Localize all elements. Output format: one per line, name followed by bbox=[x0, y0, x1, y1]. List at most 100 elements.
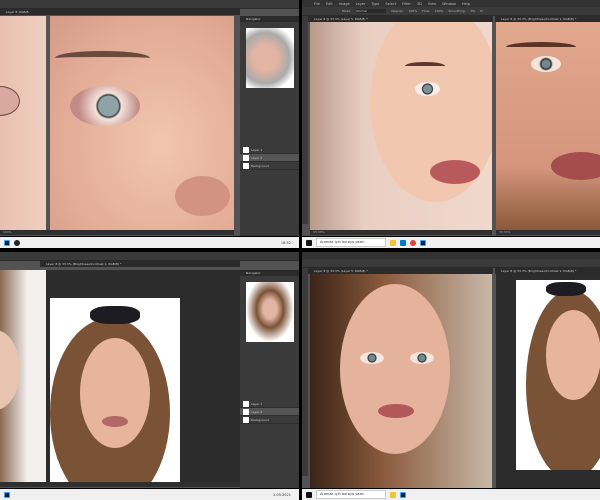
menu-file[interactable]: File bbox=[314, 2, 320, 6]
photoshop-window-bottom-left: Layer 8 @ 33.3% (Brightness/Contrast 1, … bbox=[0, 252, 299, 488]
angle-input[interactable]: 0° bbox=[480, 9, 483, 13]
layers-panel: Layer 1 Layer 2 Background bbox=[240, 146, 299, 170]
taskbar-top-left: 18:52 bbox=[0, 237, 299, 248]
right-panels: Navigator Layer 1 Layer 2 Background bbox=[240, 270, 299, 488]
date: 2.05.2021 bbox=[273, 492, 291, 497]
face bbox=[80, 338, 150, 448]
menu-window[interactable]: Window bbox=[442, 2, 456, 6]
hair-bow bbox=[90, 306, 140, 324]
menu-filter[interactable]: Filter bbox=[402, 2, 411, 6]
toolbar[interactable] bbox=[302, 16, 308, 224]
eye bbox=[415, 82, 440, 96]
smoothing-input[interactable]: 0% bbox=[471, 9, 476, 13]
file-explorer-icon[interactable] bbox=[390, 239, 396, 246]
opacity-label: Opacity: bbox=[391, 9, 404, 13]
status-bar: 100% bbox=[0, 230, 234, 235]
eye bbox=[531, 56, 561, 72]
document-tab[interactable]: Layer 8, RGB/8 bbox=[0, 9, 240, 15]
layer-row[interactable]: Layer 2 bbox=[240, 154, 299, 162]
eye-sketch bbox=[0, 86, 20, 116]
app-icon[interactable] bbox=[14, 239, 20, 246]
eyebrow bbox=[55, 51, 150, 65]
canvas-painting[interactable] bbox=[310, 274, 492, 488]
document-tab[interactable]: Layer 8 @ 33.3% (Brightness/Contrast 1, … bbox=[40, 261, 240, 267]
taskbar-bottom-left: 2.05.2021 bbox=[0, 489, 299, 500]
right-panels: Navigator Layer 1 Layer 2 Background bbox=[240, 16, 299, 236]
flow-label: Flow: bbox=[422, 9, 430, 13]
menu-type[interactable]: Type bbox=[371, 2, 379, 6]
menu-select[interactable]: Select bbox=[385, 2, 396, 6]
eyebrow bbox=[506, 42, 576, 52]
photoshop-window-top-left: Layer 8, RGB/8 100% Navigator Layer 1 La… bbox=[0, 0, 299, 236]
navigator-thumbnail[interactable] bbox=[246, 282, 294, 342]
eye bbox=[410, 352, 434, 364]
layer-row[interactable]: Background bbox=[240, 162, 299, 170]
edge-icon[interactable] bbox=[400, 239, 406, 246]
navigator-tab[interactable]: Navigator bbox=[240, 16, 299, 22]
menu-layer[interactable]: Layer bbox=[356, 2, 366, 6]
eyebrow bbox=[405, 62, 445, 70]
menu-bar bbox=[302, 252, 600, 259]
photoshop-icon[interactable] bbox=[4, 239, 10, 246]
canvas-reference[interactable] bbox=[516, 280, 600, 470]
file-explorer-icon[interactable] bbox=[390, 491, 396, 498]
face bbox=[546, 310, 600, 400]
photoshop-window-bottom-right: Layer 8 @ 33.3% (Layer 5, RGB/8) * Layer… bbox=[302, 252, 600, 488]
clock[interactable]: 18:52 bbox=[281, 241, 291, 245]
face-sketch bbox=[0, 330, 20, 410]
taskbar-bottom-right: Aramak için buraya yazın bbox=[302, 489, 600, 500]
options-bar bbox=[302, 259, 600, 268]
menu-3d[interactable]: 3D bbox=[417, 2, 422, 6]
windows-start-icon[interactable] bbox=[306, 491, 312, 498]
lips bbox=[551, 152, 600, 180]
chrome-icon[interactable] bbox=[410, 239, 416, 246]
menu-bar: File Edit Image Layer Type Select Filter 3D View… bbox=[302, 0, 600, 7]
canvas-painting[interactable] bbox=[310, 22, 492, 230]
options-bar bbox=[0, 0, 299, 9]
layers-panel: Layer 1 Layer 2 Background bbox=[240, 400, 299, 424]
options-bar: Mode: Normal Opacity: 100% Flow: 100% Smoot… bbox=[302, 7, 600, 16]
layer-row[interactable]: Layer 2 bbox=[240, 408, 299, 416]
eye bbox=[70, 86, 140, 126]
canvas-reference[interactable] bbox=[496, 22, 600, 230]
menu-edit[interactable]: Edit bbox=[326, 2, 333, 6]
layer-name: Layer 2 bbox=[251, 155, 263, 160]
toolbar[interactable] bbox=[302, 268, 308, 476]
photoshop-icon[interactable] bbox=[4, 491, 10, 498]
mode-label: Mode: bbox=[342, 9, 352, 13]
menu-help[interactable]: Help bbox=[462, 2, 470, 6]
layer-row[interactable]: Layer 1 bbox=[240, 146, 299, 154]
eye bbox=[360, 352, 384, 364]
smoothing-label: Smoothing: bbox=[448, 9, 466, 13]
layer-row[interactable]: Layer 1 bbox=[240, 400, 299, 408]
options-bar bbox=[0, 252, 299, 261]
canvas-reference[interactable] bbox=[50, 298, 180, 482]
taskbar-top-right: Aramak için buraya yazın bbox=[302, 237, 600, 248]
layer-row[interactable]: Background bbox=[240, 416, 299, 424]
windows-start-icon[interactable] bbox=[306, 239, 312, 246]
layer-name: Background bbox=[251, 163, 269, 168]
photoshop-icon[interactable] bbox=[420, 239, 426, 246]
status-bar-right: 33.33% bbox=[496, 230, 600, 235]
canvas-left-closeup[interactable] bbox=[0, 16, 46, 230]
navigator-thumbnail[interactable] bbox=[246, 28, 294, 88]
menu-view[interactable]: View bbox=[428, 2, 436, 6]
layer-name: Layer 1 bbox=[251, 147, 263, 152]
face bbox=[340, 284, 450, 454]
lips bbox=[430, 160, 480, 184]
status-bar-left: 33.33% bbox=[310, 230, 492, 235]
nose bbox=[175, 176, 230, 216]
menu-image[interactable]: Image bbox=[339, 2, 350, 6]
lips bbox=[102, 416, 128, 427]
opacity-input[interactable]: 100% bbox=[409, 9, 418, 13]
flow-input[interactable]: 100% bbox=[435, 9, 444, 13]
navigator-tab[interactable]: Navigator bbox=[240, 270, 299, 276]
taskbar-search[interactable]: Aramak için buraya yazın bbox=[316, 238, 386, 247]
taskbar-search[interactable]: Aramak için buraya yazın bbox=[316, 490, 386, 499]
photoshop-icon[interactable] bbox=[400, 491, 406, 498]
mode-select[interactable]: Normal bbox=[356, 9, 387, 13]
canvas-eye-closeup[interactable] bbox=[50, 16, 234, 230]
layer-name: Layer 1 bbox=[251, 401, 263, 406]
layer-name: Layer 2 bbox=[251, 409, 263, 414]
canvas-painting[interactable] bbox=[0, 270, 46, 482]
